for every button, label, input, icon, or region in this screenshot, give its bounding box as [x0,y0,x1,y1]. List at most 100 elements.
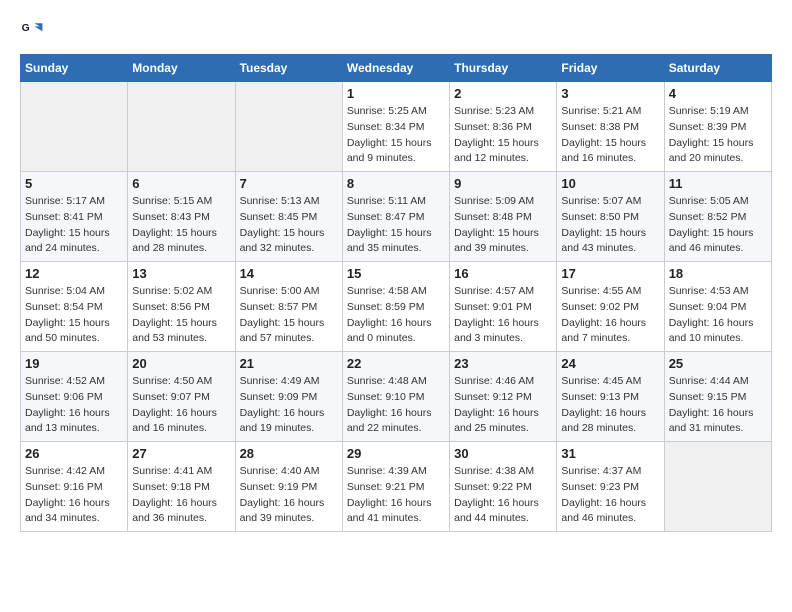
calendar-cell: 30 Sunrise: 4:38 AMSunset: 9:22 PMDayligh… [450,442,557,532]
calendar-cell [235,82,342,172]
calendar-cell: 22 Sunrise: 4:48 AMSunset: 9:10 PMDayligh… [342,352,449,442]
calendar-cell: 6 Sunrise: 5:15 AMSunset: 8:43 PMDaylight… [128,172,235,262]
day-number: 21 [240,356,338,371]
day-number: 11 [669,176,767,191]
day-number: 19 [25,356,123,371]
day-info: Sunrise: 4:49 AMSunset: 9:09 PMDaylight:… [240,374,338,437]
logo: G [20,20,48,44]
calendar-week-row: 5 Sunrise: 5:17 AMSunset: 8:41 PMDaylight… [21,172,772,262]
day-number: 10 [561,176,659,191]
day-number: 5 [25,176,123,191]
day-number: 24 [561,356,659,371]
day-info: Sunrise: 5:02 AMSunset: 8:56 PMDaylight:… [132,284,230,347]
weekday-header: Sunday [21,55,128,82]
calendar-cell: 27Sunrise: 4:41 AMSunset: 9:18 PMDayligh… [128,442,235,532]
day-info: Sunrise: 4:37 AMSunset: 9:23 PMDaylight:… [561,464,659,527]
day-number: 13 [132,266,230,281]
calendar-cell: 20 Sunrise: 4:50 AMSunset: 9:07 PMDayligh… [128,352,235,442]
day-number: 14 [240,266,338,281]
day-info: Sunrise: 4:40 AMSunset: 9:19 PMDaylight:… [240,464,338,527]
day-number: 26 [25,446,123,461]
day-info: Sunrise: 4:38 AMSunset: 9:22 PMDaylight:… [454,464,552,527]
day-number: 4 [669,86,767,101]
calendar-cell: 11 Sunrise: 5:05 AMSunset: 8:52 PMDayligh… [664,172,771,262]
weekday-header: Saturday [664,55,771,82]
day-info: Sunrise: 5:25 AMSunset: 8:34 PMDaylight:… [347,104,445,167]
day-info: Sunrise: 5:09 AMSunset: 8:48 PMDaylight:… [454,194,552,257]
calendar-cell: 18Sunrise: 4:53 AMSunset: 9:04 PMDayligh… [664,262,771,352]
day-number: 20 [132,356,230,371]
calendar-cell [21,82,128,172]
day-info: Sunrise: 4:46 AMSunset: 9:12 PMDaylight:… [454,374,552,437]
day-info: Sunrise: 4:50 AMSunset: 9:07 PMDaylight:… [132,374,230,437]
day-info: Sunrise: 5:21 AMSunset: 8:38 PMDaylight:… [561,104,659,167]
calendar-cell: 28 Sunrise: 4:40 AMSunset: 9:19 PMDayligh… [235,442,342,532]
calendar-cell: 10Sunrise: 5:07 AMSunset: 8:50 PMDayligh… [557,172,664,262]
weekday-header: Monday [128,55,235,82]
day-info: Sunrise: 4:39 AMSunset: 9:21 PMDaylight:… [347,464,445,527]
weekday-header: Wednesday [342,55,449,82]
day-info: Sunrise: 5:04 AMSunset: 8:54 PMDaylight:… [25,284,123,347]
day-info: Sunrise: 4:48 AMSunset: 9:10 PMDaylight:… [347,374,445,437]
day-info: Sunrise: 5:17 AMSunset: 8:41 PMDaylight:… [25,194,123,257]
day-number: 8 [347,176,445,191]
calendar-cell: 7 Sunrise: 5:13 AMSunset: 8:45 PMDaylight… [235,172,342,262]
calendar-cell: 1 Sunrise: 5:25 AMSunset: 8:34 PMDaylight… [342,82,449,172]
day-number: 7 [240,176,338,191]
day-number: 18 [669,266,767,281]
calendar-cell: 9Sunrise: 5:09 AMSunset: 8:48 PMDaylight… [450,172,557,262]
day-info: Sunrise: 4:42 AMSunset: 9:16 PMDaylight:… [25,464,123,527]
day-number: 23 [454,356,552,371]
day-number: 31 [561,446,659,461]
day-info: Sunrise: 5:13 AMSunset: 8:45 PMDaylight:… [240,194,338,257]
day-number: 22 [347,356,445,371]
day-info: Sunrise: 4:45 AMSunset: 9:13 PMDaylight:… [561,374,659,437]
calendar-cell: 23 Sunrise: 4:46 AMSunset: 9:12 PMDayligh… [450,352,557,442]
day-number: 6 [132,176,230,191]
calendar-cell: 26 Sunrise: 4:42 AMSunset: 9:16 PMDayligh… [21,442,128,532]
calendar-cell: 13 Sunrise: 5:02 AMSunset: 8:56 PMDayligh… [128,262,235,352]
calendar-cell: 12 Sunrise: 5:04 AMSunset: 8:54 PMDayligh… [21,262,128,352]
calendar-week-row: 19Sunrise: 4:52 AMSunset: 9:06 PMDayligh… [21,352,772,442]
calendar-cell: 16 Sunrise: 4:57 AMSunset: 9:01 PMDayligh… [450,262,557,352]
day-number: 30 [454,446,552,461]
day-number: 3 [561,86,659,101]
day-number: 17 [561,266,659,281]
weekday-header: Thursday [450,55,557,82]
day-number: 1 [347,86,445,101]
day-info: Sunrise: 4:41 AMSunset: 9:18 PMDaylight:… [132,464,230,527]
calendar-cell [128,82,235,172]
page-header: G [20,20,772,44]
calendar-cell: 25Sunrise: 4:44 AMSunset: 9:15 PMDayligh… [664,352,771,442]
day-info: Sunrise: 4:58 AMSunset: 8:59 PMDaylight:… [347,284,445,347]
logo-icon: G [20,20,44,44]
day-info: Sunrise: 5:00 AMSunset: 8:57 PMDaylight:… [240,284,338,347]
weekday-header: Tuesday [235,55,342,82]
calendar-cell: 14 Sunrise: 5:00 AMSunset: 8:57 PMDayligh… [235,262,342,352]
calendar-cell: 21 Sunrise: 4:49 AMSunset: 9:09 PMDayligh… [235,352,342,442]
day-info: Sunrise: 5:19 AMSunset: 8:39 PMDaylight:… [669,104,767,167]
calendar-cell: 19Sunrise: 4:52 AMSunset: 9:06 PMDayligh… [21,352,128,442]
day-info: Sunrise: 5:23 AMSunset: 8:36 PMDaylight:… [454,104,552,167]
calendar-cell: 8 Sunrise: 5:11 AMSunset: 8:47 PMDaylight… [342,172,449,262]
svg-text:G: G [22,23,30,34]
day-info: Sunrise: 5:15 AMSunset: 8:43 PMDaylight:… [132,194,230,257]
day-number: 2 [454,86,552,101]
day-info: Sunrise: 5:11 AMSunset: 8:47 PMDaylight:… [347,194,445,257]
day-info: Sunrise: 4:57 AMSunset: 9:01 PMDaylight:… [454,284,552,347]
day-number: 16 [454,266,552,281]
calendar-cell: 3 Sunrise: 5:21 AMSunset: 8:38 PMDaylight… [557,82,664,172]
day-number: 29 [347,446,445,461]
calendar-cell: 31 Sunrise: 4:37 AMSunset: 9:23 PMDayligh… [557,442,664,532]
day-info: Sunrise: 5:05 AMSunset: 8:52 PMDaylight:… [669,194,767,257]
calendar-cell: 24 Sunrise: 4:45 AMSunset: 9:13 PMDayligh… [557,352,664,442]
calendar-cell: 15 Sunrise: 4:58 AMSunset: 8:59 PMDayligh… [342,262,449,352]
weekday-header-row: SundayMondayTuesdayWednesdayThursdayFrid… [21,55,772,82]
day-number: 15 [347,266,445,281]
day-number: 28 [240,446,338,461]
day-info: Sunrise: 4:44 AMSunset: 9:15 PMDaylight:… [669,374,767,437]
calendar-cell: 29 Sunrise: 4:39 AMSunset: 9:21 PMDayligh… [342,442,449,532]
calendar-week-row: 12 Sunrise: 5:04 AMSunset: 8:54 PMDayligh… [21,262,772,352]
calendar-cell: 4 Sunrise: 5:19 AMSunset: 8:39 PMDaylight… [664,82,771,172]
day-number: 12 [25,266,123,281]
